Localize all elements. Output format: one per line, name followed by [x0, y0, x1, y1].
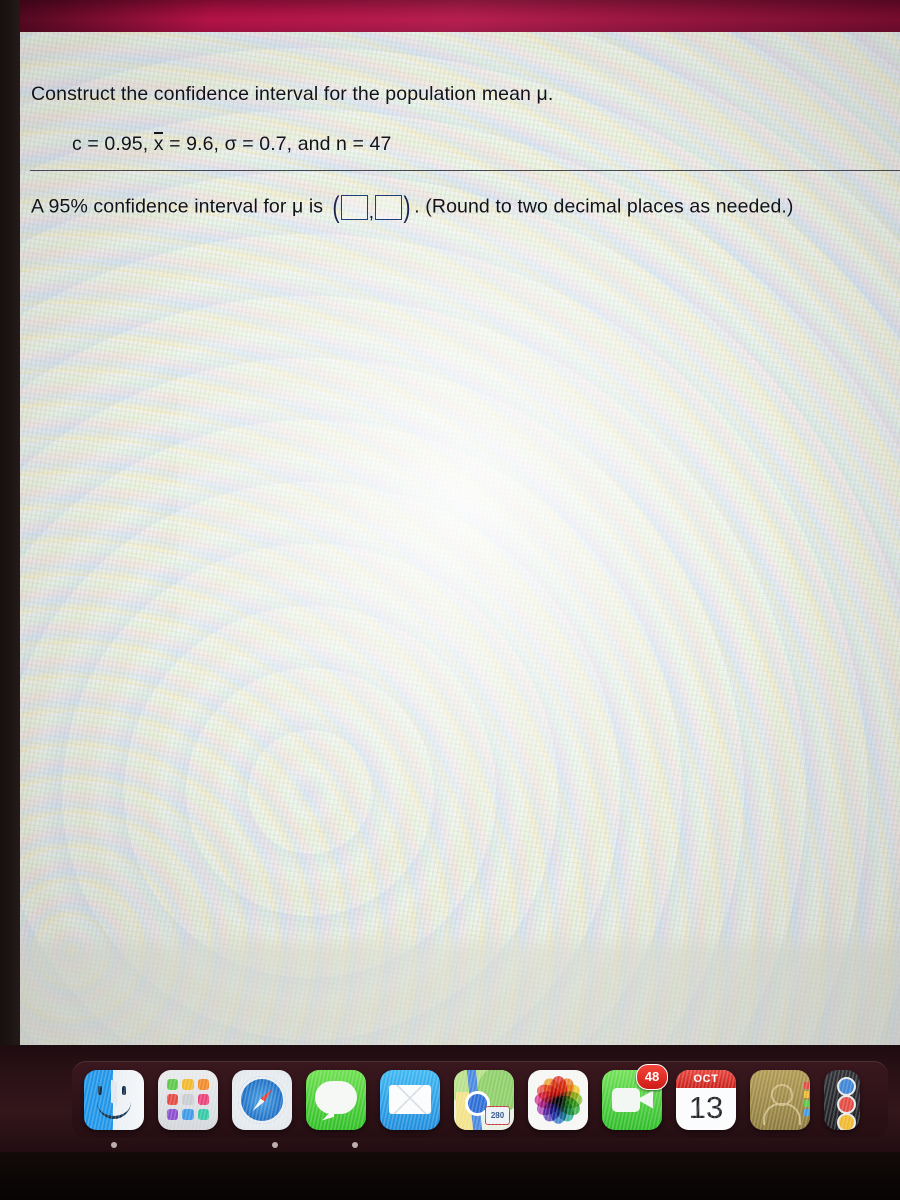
running-indicator-messages [352, 1142, 358, 1148]
messages-icon [306, 1069, 366, 1130]
calendar-day-number: 13 [688, 1089, 724, 1125]
given-values-line: c = 0.95, x = 9.6, σ = 0.7, and n = 47 [72, 132, 392, 156]
finder-smile [97, 1100, 131, 1119]
contacts-tab [804, 1099, 809, 1107]
launchpad-tile [182, 1109, 194, 1121]
finder-eye-left [98, 1085, 102, 1095]
prefs-dot-3 [837, 1112, 856, 1130]
facetime-camera-body [612, 1087, 640, 1112]
dock-item-launchpad[interactable] [158, 1069, 218, 1130]
dock-item-maps[interactable]: 280 [454, 1069, 514, 1130]
dock-item-calendar[interactable]: OCT 13 [676, 1069, 736, 1130]
interval-comma: , [368, 201, 375, 223]
rounding-instruction: (Round to two decimal places as needed.) [425, 195, 794, 218]
upper-bound-input[interactable] [375, 195, 403, 220]
dock-icon-row: 280 48 OCT 13 [72, 1061, 900, 1138]
given-rest-values: = 9.6, σ = 0.7, and n = 47 [163, 133, 392, 155]
finder-eye-right [122, 1085, 126, 1095]
dock-item-messages[interactable] [306, 1069, 366, 1130]
document-page: Construct the confidence interval for th… [20, 32, 900, 1045]
top-crimson-band [20, 0, 900, 32]
dock-item-contacts[interactable] [750, 1069, 810, 1130]
answer-line: A 95% confidence interval for μ is (,). … [31, 190, 794, 224]
system-preferences-icon [824, 1069, 860, 1130]
contacts-tab [804, 1108, 809, 1116]
sample-mean-symbol: x [153, 132, 164, 155]
lower-bound-input[interactable] [340, 195, 368, 220]
photos-icon [528, 1069, 588, 1130]
safari-icon [232, 1069, 292, 1130]
safari-compass-needle [250, 1087, 274, 1113]
safari-compass-ring [238, 1075, 286, 1124]
launchpad-tile [197, 1093, 209, 1106]
prefs-dot-2 [837, 1094, 856, 1114]
finder-icon [84, 1069, 144, 1130]
dock-item-photos[interactable] [528, 1069, 588, 1130]
contacts-tab [804, 1081, 809, 1089]
running-indicator-safari [272, 1142, 278, 1148]
left-parenthesis: ( [332, 190, 340, 224]
problem-content: Construct the confidence interval for th… [20, 32, 900, 1045]
photographed-laptop-screen: Construct the confidence interval for th… [0, 0, 900, 1200]
answer-period: . [414, 195, 420, 218]
running-indicator-finder [111, 1142, 117, 1148]
laptop-base-surface [0, 1152, 900, 1200]
contacts-icon [750, 1069, 810, 1130]
given-c-value: c = 0.95, [72, 133, 154, 155]
contacts-tab [804, 1090, 809, 1098]
launchpad-tile [182, 1078, 194, 1090]
maps-highway-shield: 280 [485, 1105, 510, 1125]
dock-item-system-preferences[interactable] [824, 1069, 860, 1130]
right-parenthesis: ) [403, 190, 411, 224]
contacts-person-body [763, 1102, 801, 1125]
answer-prompt-text: A 95% confidence interval for μ is [31, 195, 324, 218]
dock-item-facetime[interactable]: 48 [602, 1063, 668, 1130]
dock-item-safari[interactable] [232, 1069, 292, 1130]
mail-icon [380, 1069, 440, 1130]
contacts-tabs [804, 1081, 809, 1116]
facetime-badge-count: 48 [636, 1063, 668, 1090]
launchpad-tile [182, 1093, 194, 1106]
launchpad-tile [167, 1109, 179, 1121]
launchpad-tile [167, 1093, 179, 1106]
confidence-interval-input-group: (,) [331, 190, 413, 224]
dock-item-finder[interactable] [84, 1069, 144, 1130]
dock-item-mail[interactable] [380, 1069, 440, 1130]
prefs-dot-1 [837, 1076, 856, 1096]
launchpad-tile [197, 1078, 209, 1090]
screen-left-bezel [0, 0, 20, 1052]
calendar-icon: OCT 13 [676, 1069, 736, 1130]
mail-envelope [389, 1084, 431, 1114]
facetime-camera-lens [640, 1090, 653, 1109]
launchpad-tile [197, 1109, 209, 1121]
problem-prompt: Construct the confidence interval for th… [31, 83, 554, 105]
launchpad-tile [167, 1078, 179, 1090]
launchpad-icon [158, 1069, 218, 1130]
messages-speech-bubble [315, 1080, 357, 1114]
launchpad-grid [167, 1078, 209, 1121]
section-divider [30, 170, 900, 171]
maps-icon: 280 [454, 1069, 514, 1130]
